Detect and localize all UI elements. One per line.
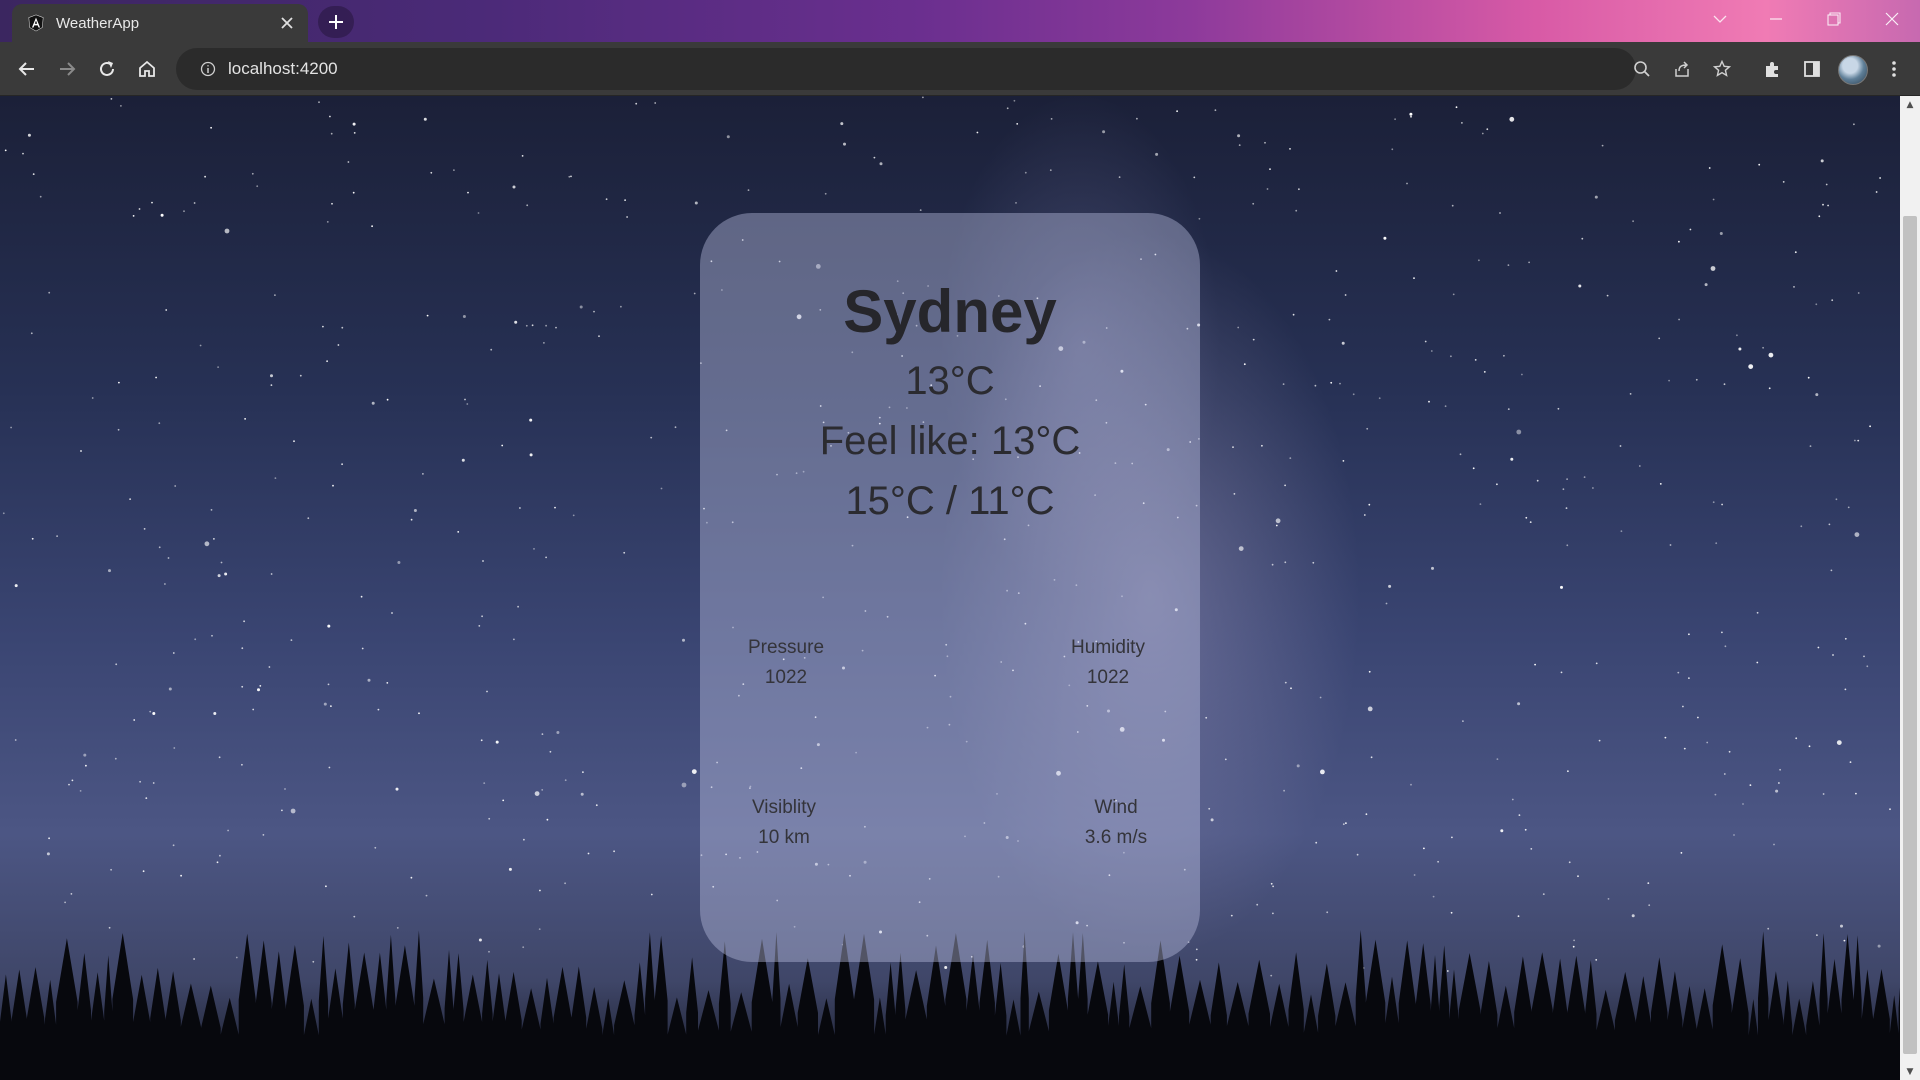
stat-visibility: Visiblity 10 km xyxy=(724,793,844,853)
vertical-scrollbar[interactable]: ▲ ▼ xyxy=(1900,96,1920,1080)
stat-value: 1022 xyxy=(764,667,808,688)
page-viewport: Sydney 13°C Feel like: 13°C 15°C / 11°C … xyxy=(0,96,1900,1080)
info-icon[interactable] xyxy=(176,48,216,90)
stat-humidity: Humidity 1022 xyxy=(1048,633,1168,693)
scroll-up-arrow-icon[interactable]: ▲ xyxy=(1900,96,1920,113)
tab-title: WeatherApp xyxy=(56,14,140,32)
angular-logo-icon xyxy=(26,13,46,33)
home-icon[interactable] xyxy=(131,53,163,85)
url-text: localhost:4200 xyxy=(228,59,338,78)
tab-weatherapp[interactable]: WeatherApp xyxy=(12,4,308,42)
stat-label: Wind xyxy=(1094,797,1138,818)
stat-label: Humidity xyxy=(1071,637,1145,658)
weather-card: Sydney 13°C Feel like: 13°C 15°C / 11°C … xyxy=(700,213,1200,962)
stat-wind: Wind 3.6 m/s xyxy=(1056,793,1176,853)
scroll-thumb[interactable] xyxy=(1903,216,1917,1054)
current-temperature: 13°C xyxy=(905,359,995,403)
scroll-down-arrow-icon[interactable]: ▼ xyxy=(1900,1063,1920,1080)
stat-label: Pressure xyxy=(747,637,825,658)
stat-value: 1022 xyxy=(1086,667,1130,688)
minimize-icon[interactable] xyxy=(1748,0,1804,38)
stat-value: 3.6 m/s xyxy=(1084,827,1148,848)
zoom-icon[interactable] xyxy=(1626,53,1658,85)
share-icon[interactable] xyxy=(1666,53,1698,85)
browser-toolbar: localhost:4200 xyxy=(0,42,1920,96)
stat-pressure: Pressure 1022 xyxy=(726,633,846,693)
back-icon[interactable] xyxy=(11,53,43,85)
menu-icon[interactable] xyxy=(1878,53,1910,85)
stat-label: Visiblity xyxy=(751,797,817,818)
address-bar[interactable]: localhost:4200 xyxy=(176,48,1636,90)
reload-icon[interactable] xyxy=(91,53,123,85)
city-name: Sydney xyxy=(843,278,1057,345)
forward-icon[interactable] xyxy=(51,53,83,85)
plus-icon[interactable] xyxy=(318,6,354,38)
avatar[interactable] xyxy=(1838,55,1868,85)
star-icon[interactable] xyxy=(1706,53,1738,85)
tab-strip: WeatherApp xyxy=(0,0,1920,42)
restore-icon[interactable] xyxy=(1806,0,1862,38)
stat-value: 10 km xyxy=(758,827,810,848)
side-panel-icon[interactable] xyxy=(1796,53,1828,85)
close-icon[interactable] xyxy=(276,12,298,34)
extensions-icon[interactable] xyxy=(1756,53,1788,85)
temperature-range: 15°C / 11°C xyxy=(845,479,1055,523)
feels-like: Feel like: 13°C xyxy=(819,419,1081,463)
chevron-down-icon[interactable] xyxy=(1692,0,1748,38)
window-close-icon[interactable] xyxy=(1864,0,1920,38)
